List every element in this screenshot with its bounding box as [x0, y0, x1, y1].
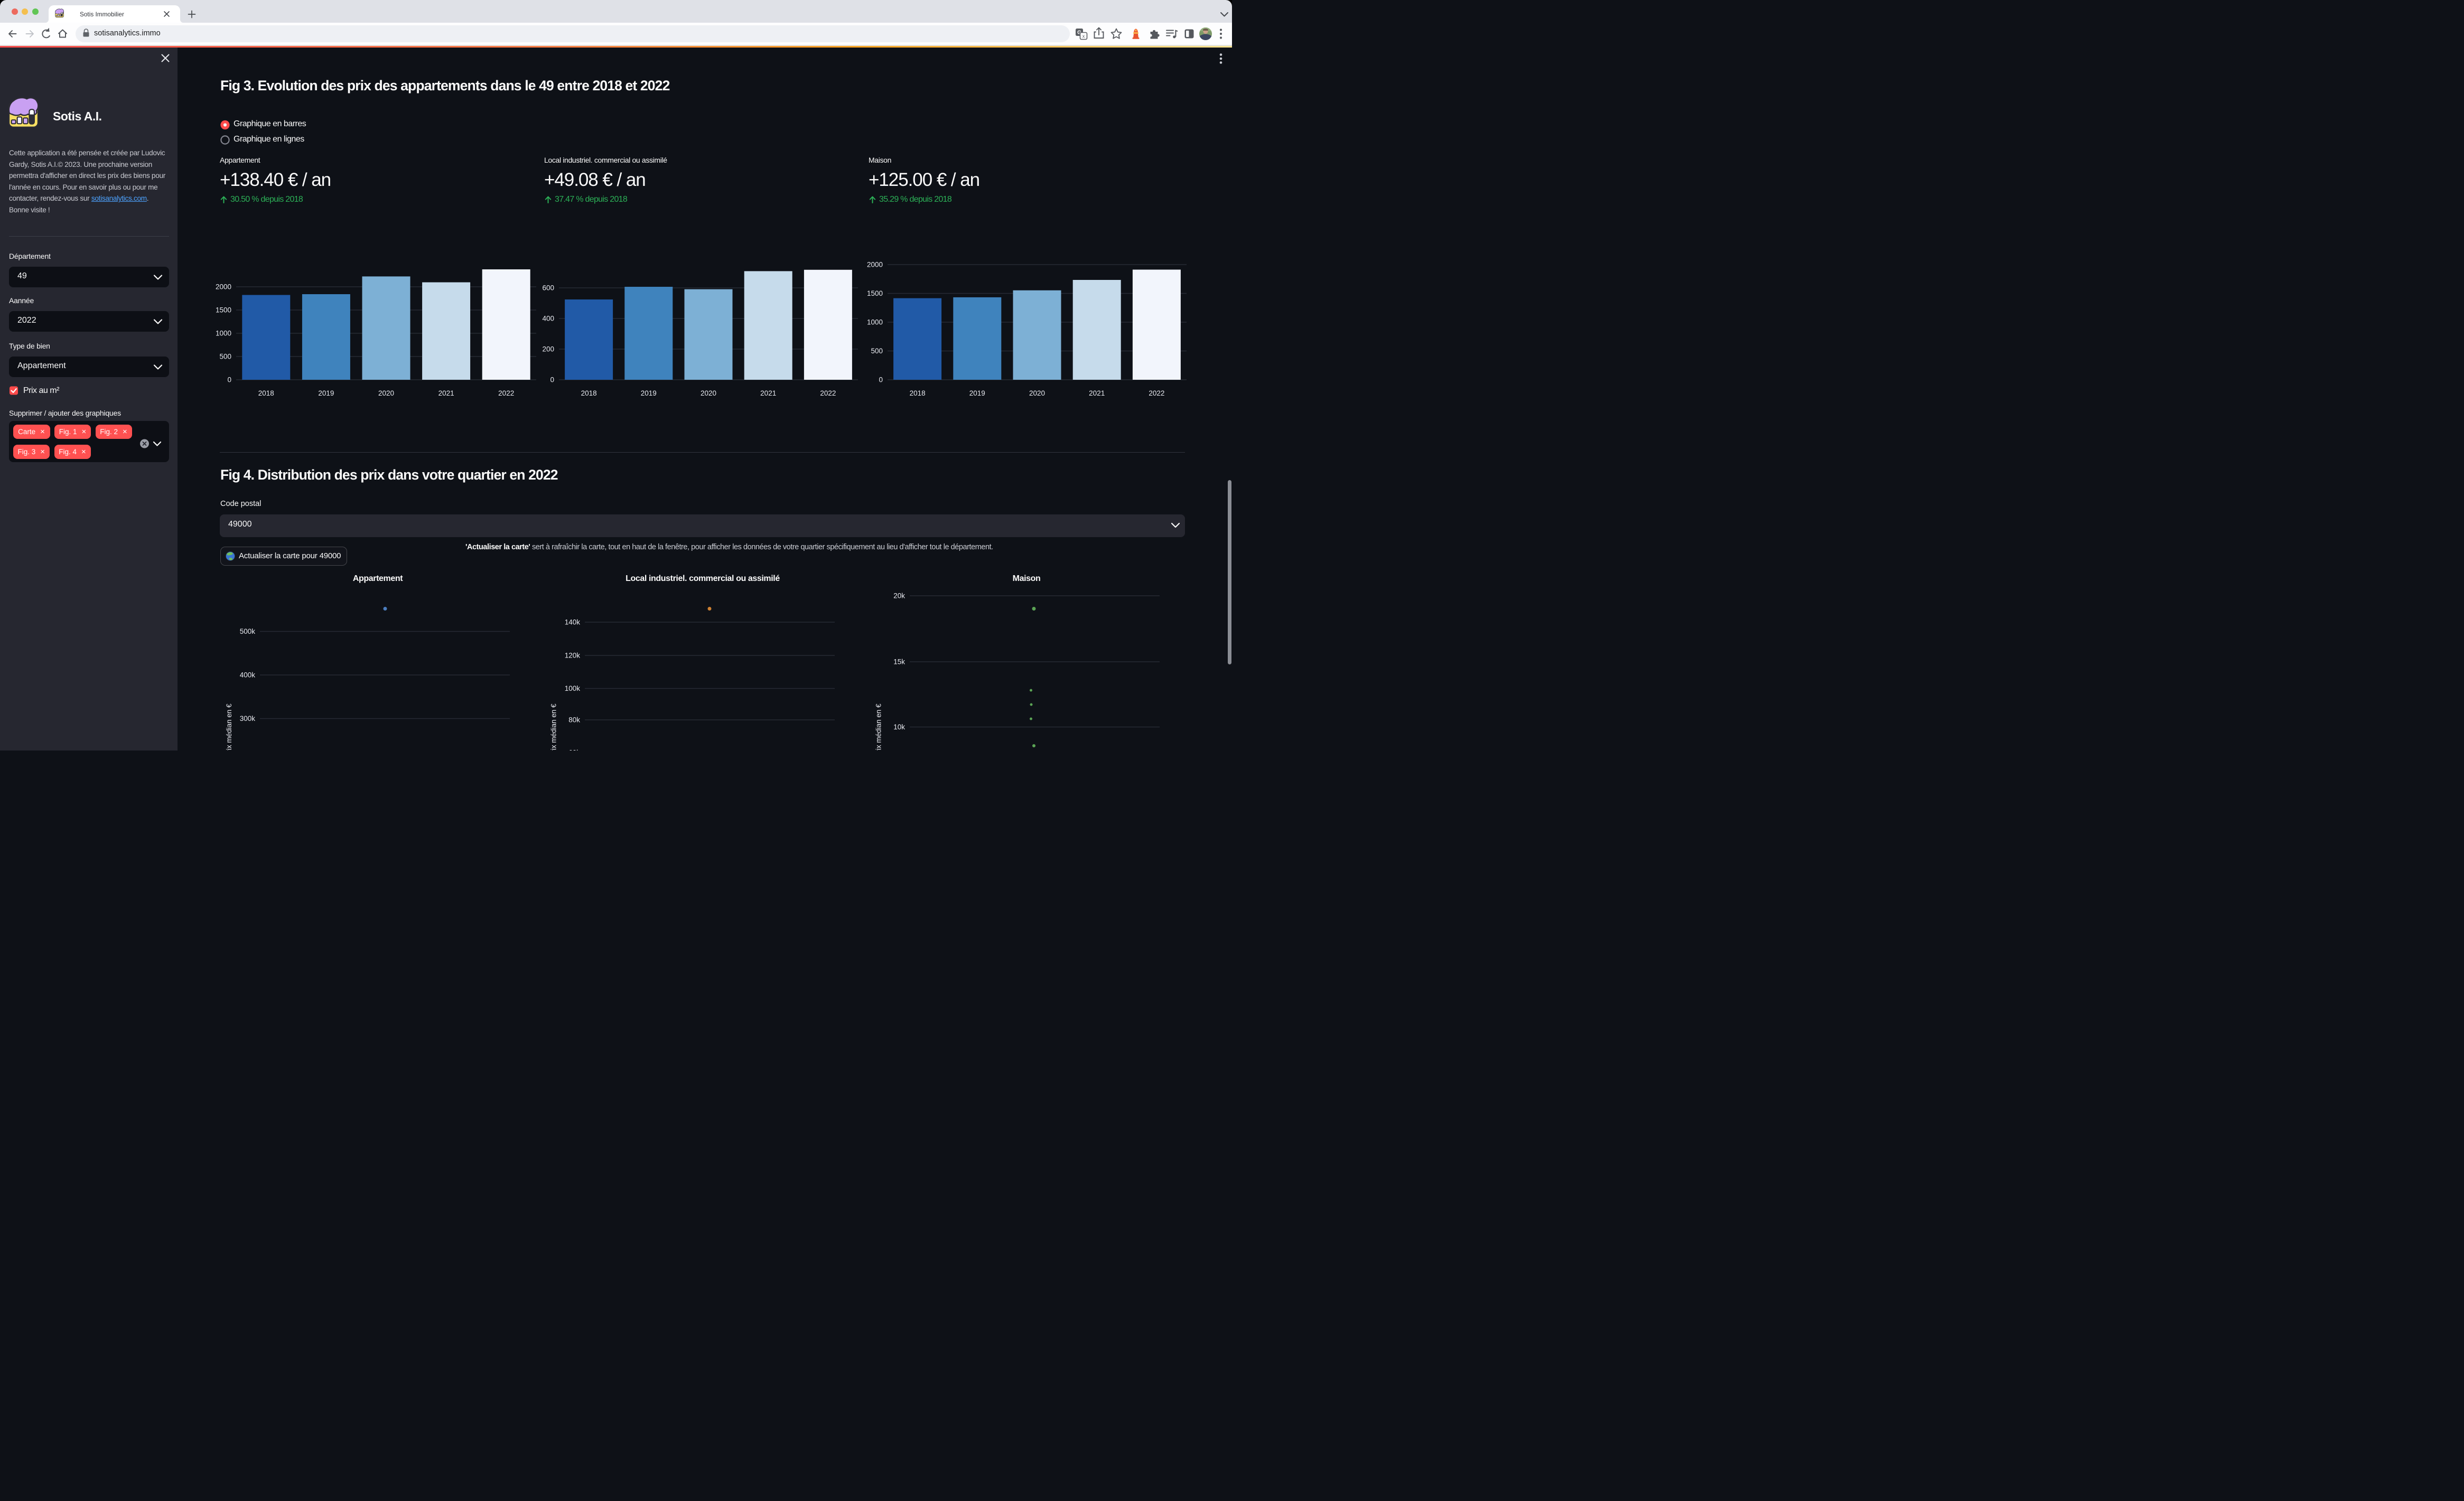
svg-text:1500: 1500 [216, 306, 231, 314]
svg-text:100k: 100k [565, 684, 581, 692]
svg-text:2000: 2000 [216, 283, 231, 291]
svg-text:2022: 2022 [820, 389, 836, 397]
svg-text:1000: 1000 [216, 330, 231, 337]
svg-text:Prix médian en €: Prix médian en € [550, 703, 558, 750]
svg-text:2021: 2021 [760, 389, 776, 397]
svg-text:2000: 2000 [867, 261, 883, 269]
svg-text:120k: 120k [565, 652, 581, 660]
svg-text:2018: 2018 [258, 389, 274, 397]
svg-text:2022: 2022 [1149, 389, 1164, 397]
svg-text:2019: 2019 [969, 389, 985, 397]
svg-text:Prix médian en €: Prix médian en € [875, 703, 883, 750]
svg-text:1500: 1500 [867, 289, 883, 297]
svg-text:500: 500 [871, 347, 883, 355]
svg-text:2018: 2018 [581, 389, 597, 397]
svg-text:15k: 15k [893, 658, 905, 666]
svg-text:600: 600 [542, 284, 554, 292]
svg-text:2021: 2021 [438, 389, 454, 397]
svg-text:2021: 2021 [1089, 389, 1105, 397]
svg-text:0: 0 [550, 376, 554, 384]
svg-text:400k: 400k [240, 671, 256, 679]
svg-text:500: 500 [219, 353, 231, 361]
svg-text:2022: 2022 [498, 389, 514, 397]
svg-text:2019: 2019 [641, 389, 657, 397]
svg-text:2020: 2020 [701, 389, 716, 397]
svg-text:0: 0 [227, 376, 231, 384]
svg-text:60k: 60k [568, 749, 580, 750]
svg-text:20k: 20k [893, 592, 905, 600]
svg-text:500k: 500k [240, 627, 256, 635]
svg-text:10k: 10k [893, 723, 905, 731]
svg-text:2020: 2020 [1029, 389, 1045, 397]
svg-text:140k: 140k [565, 618, 581, 626]
svg-text:2018: 2018 [910, 389, 926, 397]
svg-text:1000: 1000 [867, 318, 883, 326]
svg-text:2019: 2019 [318, 389, 334, 397]
svg-text:2020: 2020 [378, 389, 394, 397]
svg-text:300k: 300k [240, 715, 256, 723]
svg-text:Prix médian en €: Prix médian en € [225, 703, 233, 750]
svg-text:400: 400 [542, 315, 554, 323]
svg-text:80k: 80k [568, 716, 580, 724]
svg-text:200: 200 [542, 345, 554, 353]
svg-text:0: 0 [879, 376, 883, 384]
